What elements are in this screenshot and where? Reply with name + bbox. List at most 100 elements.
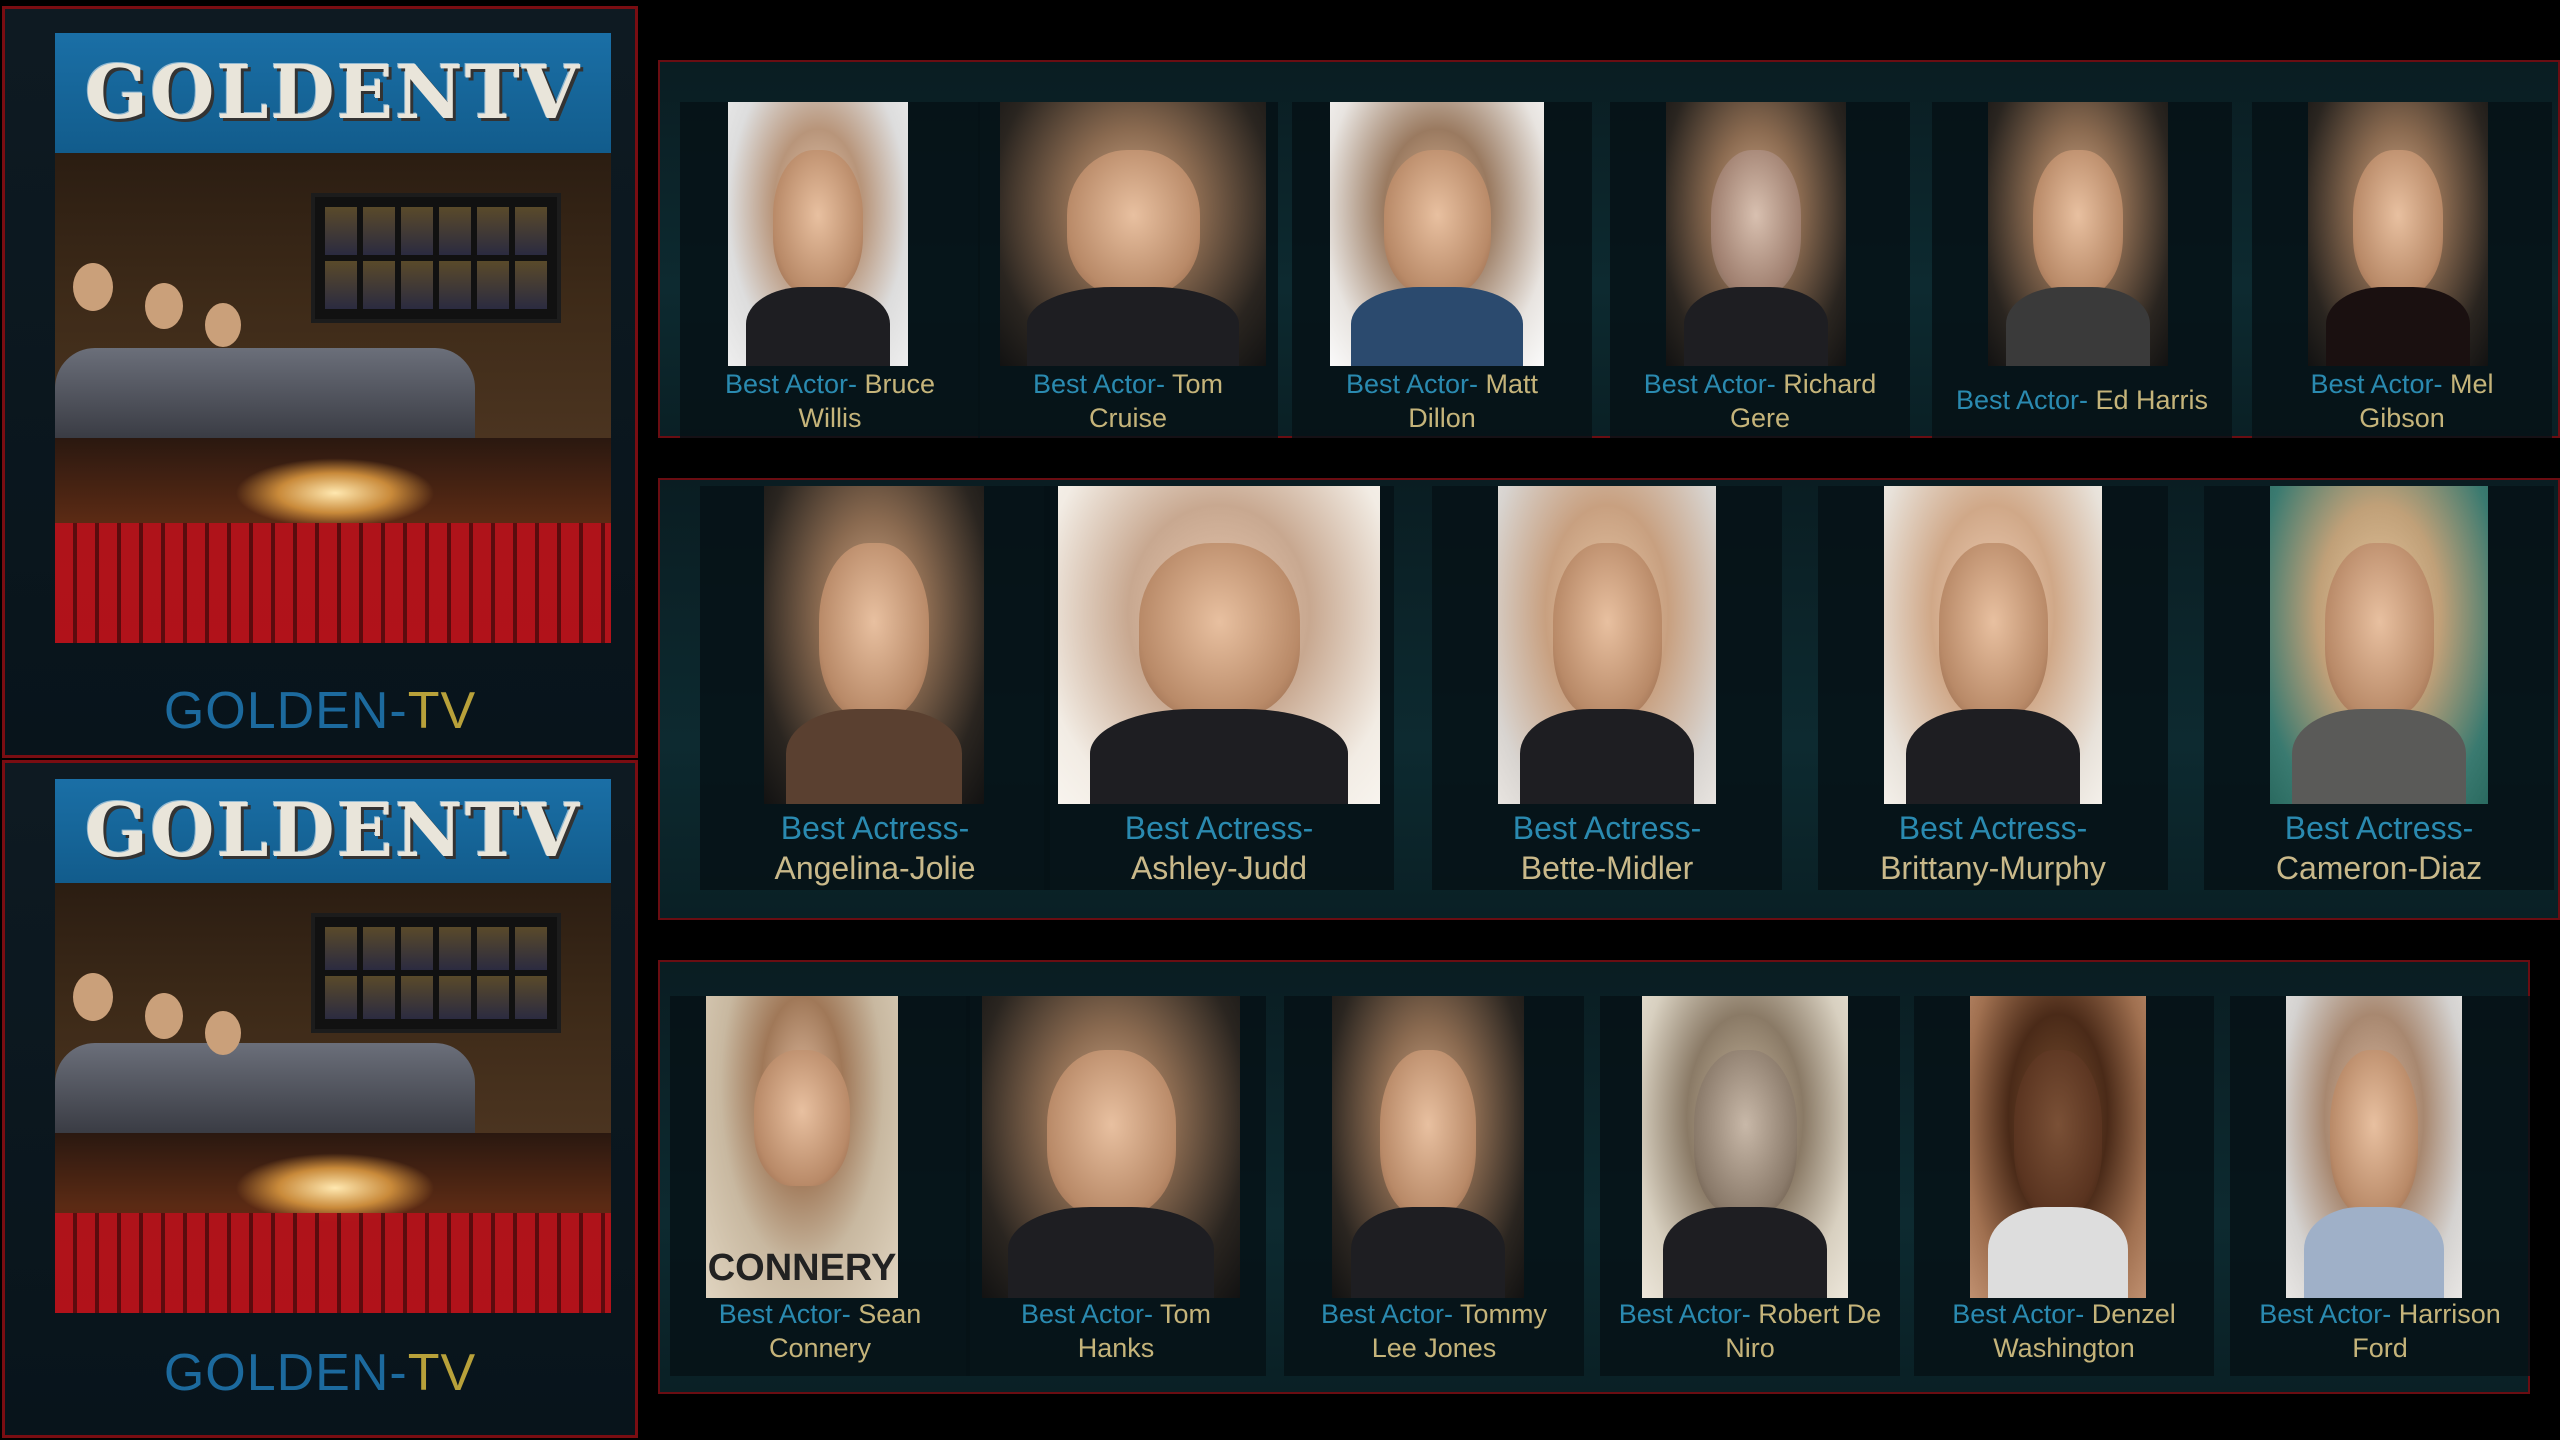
cinema-seats <box>55 523 611 643</box>
card-label: Best Actress- Bette-Midler <box>1432 808 1782 888</box>
app-root: GOLDENTV GOLDEN-TV GOLDENTV GOLDEN-TV Be… <box>0 0 2560 1440</box>
label-prefix: Best Actor- <box>718 1299 859 1329</box>
card-label: Best Actress- Brittany-Murphy <box>1818 808 2168 888</box>
living-room-image <box>55 883 611 1133</box>
card-label: Best Actor- Bruce Willis <box>680 368 980 436</box>
actor-photo <box>2308 102 2488 366</box>
person-image <box>205 303 241 347</box>
label-prefix: Best Actor- <box>724 369 865 399</box>
card-label: Best Actress- Ashley-Judd <box>1044 808 1394 888</box>
card-robert-de-niro[interactable]: Best Actor- Robert De Niro <box>1600 996 1900 1376</box>
label-name-line2: Niro <box>1725 1332 1775 1363</box>
actress-photo <box>764 486 984 804</box>
card-tom-cruise[interactable]: Best Actor- Tom Cruise <box>978 102 1278 438</box>
label-name-line2: Washington <box>1993 1332 2135 1363</box>
label-name: Tom <box>1160 1299 1212 1329</box>
label-name: Brittany-Murphy <box>1880 850 2106 886</box>
actor-photo <box>1970 996 2146 1298</box>
card-cameron-diaz[interactable]: Best Actress- Cameron-Diaz <box>2204 486 2554 890</box>
card-label: Best Actor- Tommy Lee Jones <box>1284 1298 1584 1366</box>
card-harrison-ford[interactable]: Best Actor- Harrison Ford <box>2230 996 2530 1376</box>
label-name: Mel <box>2450 369 2494 399</box>
actress-photo <box>2270 486 2488 804</box>
card-label: Best Actor- Mel Gibson <box>2252 368 2552 436</box>
card-richard-gere[interactable]: Best Actor- Richard Gere <box>1610 102 1910 438</box>
person-image <box>205 1011 241 1055</box>
actor-photo <box>1330 102 1544 366</box>
label-name: Denzel <box>2091 1299 2176 1329</box>
row-best-actresses: Best Actress- Angelina-Jolie Best Actres… <box>658 478 2560 920</box>
row-best-actors-2: CONNERY Best Actor- Sean Connery Best Ac… <box>658 960 2530 1394</box>
label-name: Ed Harris <box>2095 385 2209 415</box>
card-matt-dillon[interactable]: Best Actor- Matt Dillon <box>1292 102 1592 438</box>
card-ed-harris[interactable]: Best Actor- Ed Harris <box>1932 102 2232 438</box>
goldentv-logo: GOLDENTV <box>55 779 611 883</box>
label-name-line2: Gere <box>1729 402 1791 433</box>
caption-tv: TV <box>407 682 477 740</box>
label-name-line2: Willis <box>798 402 862 433</box>
caption-golden: GOLDEN- <box>163 682 408 740</box>
label-prefix: Best Actress- <box>780 810 970 846</box>
label-prefix: Best Actress- <box>1512 810 1702 846</box>
label-name: Harrison <box>2398 1299 2501 1329</box>
label-name: Angelina-Jolie <box>774 850 976 886</box>
actor-photo <box>1000 102 1266 366</box>
golden-tv-banner-2[interactable]: GOLDENTV GOLDEN-TV <box>2 760 638 1438</box>
card-ashley-judd[interactable]: Best Actress- Ashley-Judd <box>1044 486 1394 890</box>
label-prefix: Best Actress- <box>2284 810 2474 846</box>
logo-text: GOLDENTV <box>84 50 582 136</box>
card-bette-midler[interactable]: Best Actress- Bette-Midler <box>1432 486 1782 890</box>
label-name: Bette-Midler <box>1520 850 1694 886</box>
card-bruce-willis[interactable]: Best Actor- Bruce Willis <box>680 102 980 438</box>
card-denzel-washington[interactable]: Best Actor- Denzel Washington <box>1914 996 2214 1376</box>
label-name: Bruce <box>864 369 936 399</box>
card-mel-gibson[interactable]: Best Actor- Mel Gibson <box>2252 102 2552 438</box>
actor-photo <box>1666 102 1846 366</box>
tv-screen-image <box>311 913 561 1033</box>
label-name: Ashley-Judd <box>1130 850 1308 886</box>
label-name: Tom <box>1172 369 1224 399</box>
label-name-line2: Ford <box>2352 1332 2408 1363</box>
label-prefix: Best Actor- <box>1020 1299 1161 1329</box>
card-label: Best Actor- Richard Gere <box>1610 368 1910 436</box>
label-name: Richard <box>1783 369 1877 399</box>
actor-photo <box>1332 996 1524 1298</box>
label-name-line2: Connery <box>768 1332 872 1363</box>
logo-text: GOLDENTV <box>84 788 582 874</box>
label-name: Robert De <box>1758 1299 1882 1329</box>
person-image <box>145 283 183 329</box>
label-prefix: Best Actor- <box>1955 385 2096 415</box>
poster-title: CONNERY <box>707 1247 897 1289</box>
label-prefix: Best Actor- <box>2310 369 2451 399</box>
label-name-line2: Gibson <box>2359 402 2445 433</box>
couch-image <box>55 1043 475 1133</box>
card-sean-connery[interactable]: CONNERY Best Actor- Sean Connery <box>670 996 970 1376</box>
banner-caption: GOLDEN-TV <box>5 1343 635 1403</box>
goldentv-logo: GOLDENTV <box>55 33 611 153</box>
cinema-image <box>55 438 611 643</box>
card-label: Best Actor- Denzel Washington <box>1914 1298 2214 1366</box>
label-name-line2: Hanks <box>1077 1332 1155 1363</box>
person-image <box>73 263 113 311</box>
golden-tv-banner-1[interactable]: GOLDENTV GOLDEN-TV <box>2 6 638 758</box>
card-angelina-jolie[interactable]: Best Actress- Angelina-Jolie <box>700 486 1050 890</box>
card-brittany-murphy[interactable]: Best Actress- Brittany-Murphy <box>1818 486 2168 890</box>
label-name-line2: Cruise <box>1088 402 1168 433</box>
banner-caption: GOLDEN-TV <box>5 681 635 741</box>
actor-photo: CONNERY <box>706 996 898 1298</box>
couch-image <box>55 348 475 438</box>
card-label: Best Actor- Sean Connery <box>670 1298 970 1366</box>
label-prefix: Best Actor- <box>1643 369 1784 399</box>
card-tommy-lee-jones[interactable]: Best Actor- Tommy Lee Jones <box>1284 996 1584 1376</box>
label-name: Cameron-Diaz <box>2275 850 2483 886</box>
actor-photo <box>982 996 1240 1298</box>
projector-light <box>235 458 435 528</box>
card-tom-hanks[interactable]: Best Actor- Tom Hanks <box>966 996 1266 1376</box>
label-name-line2: Dillon <box>1408 402 1476 433</box>
label-name: Tommy <box>1460 1299 1548 1329</box>
actor-photo <box>728 102 908 366</box>
caption-tv: TV <box>407 1344 477 1402</box>
label-prefix: Best Actor- <box>2259 1299 2399 1329</box>
actress-photo <box>1058 486 1380 804</box>
actress-photo <box>1498 486 1716 804</box>
